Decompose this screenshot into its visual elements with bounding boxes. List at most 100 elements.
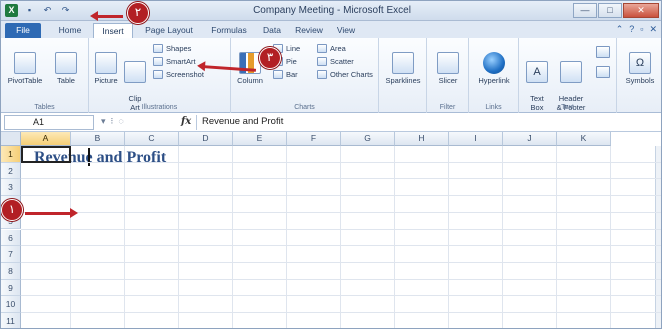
group-label-tables: Tables — [34, 104, 55, 111]
symbols-button[interactable]: Ω Symbols — [621, 52, 659, 85]
tab-page-layout[interactable]: Page Layout — [141, 23, 197, 38]
row-header[interactable]: 7 — [1, 246, 21, 263]
ribbon-minimize-icon[interactable]: ⌃ — [616, 24, 624, 35]
hyperlink-button[interactable]: Hyperlink — [473, 52, 515, 85]
tab-file[interactable]: File — [5, 23, 41, 38]
active-cell-a1[interactable] — [21, 146, 71, 163]
gridline-vertical — [70, 146, 71, 328]
callout-step-3: ٣ — [259, 47, 281, 69]
row-header[interactable]: 6 — [1, 229, 21, 247]
gridline-horizontal — [21, 178, 661, 180]
picture-button[interactable]: Picture — [92, 52, 120, 85]
sparklines-button[interactable]: Sparklines — [383, 52, 423, 85]
minimize-button[interactable]: — — [573, 3, 597, 18]
text-box-button[interactable]: A Text Box — [523, 52, 551, 112]
text-box-icon: A — [526, 61, 548, 83]
column-header[interactable]: J — [503, 132, 557, 146]
gridline-horizontal — [21, 211, 661, 213]
tab-view[interactable]: View — [331, 23, 361, 38]
callout-arrow-1 — [25, 208, 78, 218]
other-charts-icon — [317, 70, 327, 79]
formula-bar: A1 ▾ ⁝ ◌ fx Revenue and Profit — [1, 113, 661, 132]
callout-arrow-2 — [97, 15, 123, 18]
select-all-corner[interactable] — [1, 132, 21, 146]
group-sparklines: Sparklines — [379, 38, 427, 113]
row-header[interactable]: 2 — [1, 162, 21, 180]
column-header[interactable]: F — [287, 132, 341, 146]
column-header[interactable]: C — [125, 132, 179, 146]
group-symbols: Ω Symbols — [617, 38, 661, 113]
column-header[interactable]: H — [395, 132, 449, 146]
namebox-dropdown-icon[interactable]: ▾ ⁝ ◌ — [101, 116, 124, 127]
column-header[interactable]: K — [557, 132, 611, 146]
row-header[interactable]: 11 — [1, 313, 21, 328]
column-header[interactable]: E — [233, 132, 287, 146]
shapes-icon — [153, 44, 163, 53]
signature-line-icon — [596, 66, 610, 78]
gridline-vertical — [124, 146, 125, 328]
shapes-button[interactable]: Shapes — [153, 43, 191, 54]
hyperlink-globe-icon — [483, 52, 505, 74]
insert-function-icon[interactable]: fx — [181, 116, 191, 127]
sparklines-icon — [392, 52, 414, 74]
group-tables: PivotTable Table Tables — [1, 38, 89, 113]
formula-input[interactable]: Revenue and Profit — [196, 115, 660, 130]
table-button[interactable]: Table — [51, 52, 81, 85]
close-button[interactable]: ✕ — [623, 3, 659, 18]
gridline-vertical — [610, 146, 611, 328]
name-box[interactable]: A1 — [4, 115, 94, 130]
bar-chart-icon — [273, 70, 283, 79]
area-chart-button[interactable]: Area — [317, 43, 346, 54]
gridline-vertical — [556, 146, 557, 328]
table-icon — [55, 52, 77, 74]
pivottable-button[interactable]: PivotTable — [5, 52, 45, 85]
group-label-filter: Filter — [439, 104, 456, 111]
slicer-button[interactable]: Slicer — [433, 52, 463, 85]
wordart-icon — [596, 46, 610, 58]
window-close-icon[interactable]: ✕ — [649, 24, 657, 35]
gridline-horizontal — [21, 228, 661, 230]
group-label-links: Links — [485, 104, 502, 111]
row-header[interactable]: 1 — [1, 146, 21, 163]
vertical-scrollbar[interactable] — [655, 146, 661, 328]
ribbon-right-icons: ⌃ ? ▫ ✕ — [616, 24, 657, 35]
smartart-button[interactable]: SmartArt — [153, 56, 196, 67]
clip-art-button[interactable]: Clip Art — [121, 52, 149, 112]
gridline-vertical — [394, 146, 395, 328]
group-label-illustrations: Illustrations — [141, 104, 178, 111]
row-header[interactable]: 3 — [1, 179, 21, 197]
group-label-text: Text — [561, 104, 574, 111]
row-header[interactable]: 9 — [1, 279, 21, 297]
help-icon[interactable]: ? — [629, 24, 634, 35]
worksheet-grid[interactable]: Revenue and Profit ABCDEFGHIJK1234567891… — [1, 132, 661, 328]
gridline-horizontal — [21, 245, 661, 247]
other-charts-button[interactable]: Other Charts — [317, 69, 373, 80]
header-footer-button[interactable]: Header & Footer — [553, 52, 589, 112]
column-header[interactable]: G — [341, 132, 395, 146]
gridline-horizontal — [21, 161, 661, 163]
gridline-vertical — [232, 146, 233, 328]
group-filter: Slicer Filter — [427, 38, 469, 113]
gridline-vertical — [448, 146, 449, 328]
scatter-chart-button[interactable]: Scatter — [317, 56, 354, 67]
tab-formulas[interactable]: Formulas — [207, 23, 251, 38]
row-header[interactable]: 8 — [1, 262, 21, 280]
row-header[interactable]: 10 — [1, 296, 21, 313]
window-restore-icon[interactable]: ▫ — [640, 24, 643, 35]
wordart-button[interactable] — [593, 46, 613, 60]
column-header[interactable]: D — [179, 132, 233, 146]
group-charts: Column Line Pie Bar Area Scatter Other C… — [231, 38, 379, 113]
tab-home[interactable]: Home — [53, 23, 87, 38]
pivottable-icon — [14, 52, 36, 74]
slicer-icon — [437, 52, 459, 74]
tab-insert[interactable]: Insert — [93, 23, 133, 38]
column-header[interactable]: A — [21, 132, 71, 146]
column-header[interactable]: B — [71, 132, 125, 146]
tab-data[interactable]: Data — [257, 23, 287, 38]
tab-review[interactable]: Review — [291, 23, 327, 38]
signature-line-button[interactable] — [593, 66, 613, 80]
column-header[interactable]: I — [449, 132, 503, 146]
maximize-button[interactable]: □ — [598, 3, 622, 18]
gridline-vertical — [286, 146, 287, 328]
bar-chart-button[interactable]: Bar — [273, 69, 298, 80]
